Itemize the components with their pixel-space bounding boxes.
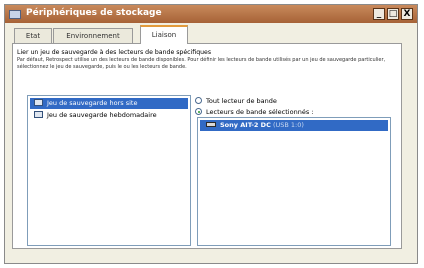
backup-set-icon — [34, 111, 43, 118]
all-drives-radio[interactable] — [195, 97, 202, 104]
tab-etat[interactable]: Etat — [14, 28, 52, 43]
title-bar[interactable]: Périphériques de stockage _ □ X — [5, 5, 417, 23]
description-body: Par défaut, Retrospect utilise un des le… — [17, 57, 386, 70]
window-title: Périphériques de stockage — [26, 8, 162, 18]
description-title: Lier un jeu de sauvegarde à des lecteurs… — [17, 49, 212, 56]
backup-set-icon — [34, 99, 43, 106]
storage-app-icon — [9, 10, 21, 19]
backup-set-label: Jeu de sauvegarde hors site — [47, 99, 138, 107]
tape-drive-list[interactable]: Sony AIT-2 DC (USB 1:0) — [197, 117, 391, 246]
drive-name: Sony AIT-2 DC — [220, 121, 271, 129]
list-item[interactable]: Jeu de sauvegarde hebdomadaire — [30, 110, 188, 121]
minimize-button[interactable]: _ — [373, 8, 385, 20]
backup-set-label: Jeu de sauvegarde hebdomadaire — [47, 111, 157, 119]
all-drives-option[interactable]: Tout lecteur de bande — [195, 96, 277, 106]
list-item[interactable]: Sony AIT-2 DC (USB 1:0) — [200, 120, 388, 131]
selected-drives-option[interactable]: Lecteurs de bande sélectionnés : — [195, 107, 313, 117]
list-item[interactable]: Jeu de sauvegarde hors site — [30, 98, 188, 109]
drive-detail: (USB 1:0) — [272, 121, 304, 129]
backup-set-list[interactable]: Jeu de sauvegarde hors site Jeu de sauve… — [27, 95, 191, 246]
selected-drives-label: Lecteurs de bande sélectionnés : — [206, 108, 314, 116]
tape-drive-icon — [206, 122, 216, 127]
tab-environnement[interactable]: Environnement — [53, 28, 133, 43]
liaison-panel: Lier un jeu de sauvegarde à des lecteurs… — [12, 43, 402, 249]
selected-drives-radio[interactable] — [195, 108, 202, 115]
all-drives-label: Tout lecteur de bande — [206, 97, 277, 105]
tab-liaison[interactable]: Liaison — [140, 25, 188, 44]
maximize-button[interactable]: □ — [387, 8, 399, 20]
close-button[interactable]: X — [401, 8, 413, 20]
